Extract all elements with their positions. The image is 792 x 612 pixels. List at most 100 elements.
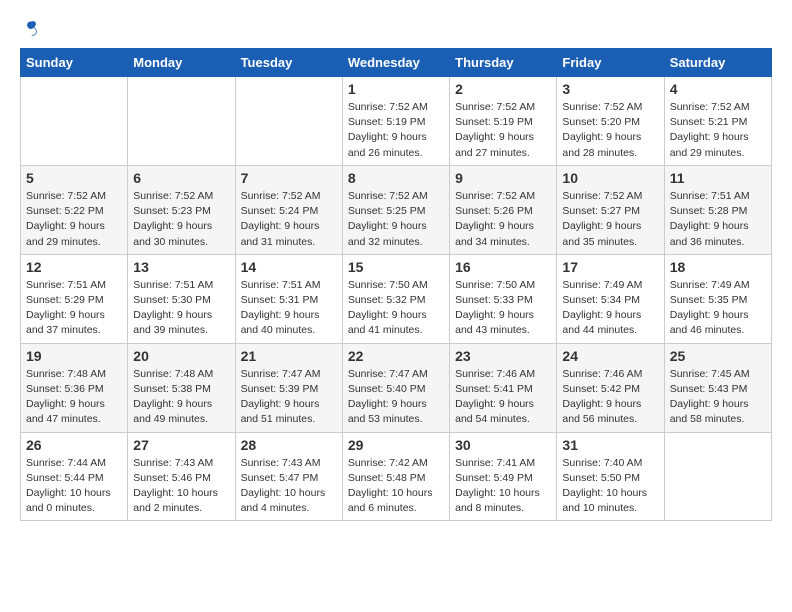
calendar-cell: 3 Sunrise: 7:52 AM Sunset: 5:20 PM Daylig…: [557, 77, 664, 166]
day-info: Sunrise: 7:49 AM Sunset: 5:34 PM Dayligh…: [562, 278, 658, 339]
day-info: Sunrise: 7:52 AM Sunset: 5:27 PM Dayligh…: [562, 189, 658, 250]
day-number: 27: [133, 437, 229, 453]
calendar-cell: 24 Sunrise: 7:46 AM Sunset: 5:42 PM Dayli…: [557, 343, 664, 432]
calendar-week-row: 1Sunrise: 7:52 AM Sunset: 5:19 PM Daylig…: [21, 77, 772, 166]
calendar-cell: 11 Sunrise: 7:51 AM Sunset: 5:28 PM Dayli…: [664, 165, 771, 254]
calendar-header-row: SundayMondayTuesdayWednesdayThursdayFrid…: [21, 49, 772, 77]
day-header-sunday: Sunday: [21, 49, 128, 77]
day-number: 30: [455, 437, 551, 453]
day-info: Sunrise: 7:50 AM Sunset: 5:33 PM Dayligh…: [455, 278, 551, 339]
day-info: Sunrise: 7:51 AM Sunset: 5:31 PM Dayligh…: [241, 278, 337, 339]
calendar-cell: 4 Sunrise: 7:52 AM Sunset: 5:21 PM Daylig…: [664, 77, 771, 166]
day-info: Sunrise: 7:52 AM Sunset: 5:22 PM Dayligh…: [26, 189, 122, 250]
calendar-cell: 27 Sunrise: 7:43 AM Sunset: 5:46 PM Dayli…: [128, 432, 235, 521]
day-info: Sunrise: 7:43 AM Sunset: 5:47 PM Dayligh…: [241, 456, 337, 517]
calendar-cell: [128, 77, 235, 166]
calendar-cell: 28 Sunrise: 7:43 AM Sunset: 5:47 PM Dayli…: [235, 432, 342, 521]
calendar-cell: 6Sunrise: 7:52 AM Sunset: 5:23 PM Daylig…: [128, 165, 235, 254]
day-number: 25: [670, 348, 766, 364]
day-info: Sunrise: 7:52 AM Sunset: 5:24 PM Dayligh…: [241, 189, 337, 250]
day-header-tuesday: Tuesday: [235, 49, 342, 77]
day-number: 19: [26, 348, 122, 364]
day-info: Sunrise: 7:46 AM Sunset: 5:42 PM Dayligh…: [562, 367, 658, 428]
calendar-cell: 7Sunrise: 7:52 AM Sunset: 5:24 PM Daylig…: [235, 165, 342, 254]
day-number: 15: [348, 259, 444, 275]
logo: [20, 20, 40, 38]
day-info: Sunrise: 7:47 AM Sunset: 5:40 PM Dayligh…: [348, 367, 444, 428]
day-number: 21: [241, 348, 337, 364]
day-number: 10: [562, 170, 658, 186]
day-number: 28: [241, 437, 337, 453]
day-number: 5: [26, 170, 122, 186]
header: [20, 20, 772, 38]
day-number: 20: [133, 348, 229, 364]
calendar-cell: 17 Sunrise: 7:49 AM Sunset: 5:34 PM Dayli…: [557, 254, 664, 343]
day-number: 16: [455, 259, 551, 275]
day-info: Sunrise: 7:51 AM Sunset: 5:28 PM Dayligh…: [670, 189, 766, 250]
calendar-week-row: 5 Sunrise: 7:52 AM Sunset: 5:22 PM Daylig…: [21, 165, 772, 254]
day-number: 3: [562, 81, 658, 97]
calendar-table: SundayMondayTuesdayWednesdayThursdayFrid…: [20, 48, 772, 521]
day-info: Sunrise: 7:52 AM Sunset: 5:25 PM Dayligh…: [348, 189, 444, 250]
day-info: Sunrise: 7:52 AM Sunset: 5:19 PM Dayligh…: [348, 100, 444, 161]
day-header-friday: Friday: [557, 49, 664, 77]
calendar-week-row: 12 Sunrise: 7:51 AM Sunset: 5:29 PM Dayli…: [21, 254, 772, 343]
day-number: 14: [241, 259, 337, 275]
calendar-cell: 13 Sunrise: 7:51 AM Sunset: 5:30 PM Dayli…: [128, 254, 235, 343]
day-info: Sunrise: 7:52 AM Sunset: 5:21 PM Dayligh…: [670, 100, 766, 161]
day-number: 24: [562, 348, 658, 364]
day-number: 11: [670, 170, 766, 186]
day-number: 9: [455, 170, 551, 186]
day-header-monday: Monday: [128, 49, 235, 77]
day-number: 13: [133, 259, 229, 275]
day-number: 17: [562, 259, 658, 275]
calendar-cell: [235, 77, 342, 166]
day-info: Sunrise: 7:40 AM Sunset: 5:50 PM Dayligh…: [562, 456, 658, 517]
day-info: Sunrise: 7:47 AM Sunset: 5:39 PM Dayligh…: [241, 367, 337, 428]
calendar-cell: 22Sunrise: 7:47 AM Sunset: 5:40 PM Dayli…: [342, 343, 449, 432]
day-info: Sunrise: 7:41 AM Sunset: 5:49 PM Dayligh…: [455, 456, 551, 517]
calendar-cell: 19 Sunrise: 7:48 AM Sunset: 5:36 PM Dayli…: [21, 343, 128, 432]
day-info: Sunrise: 7:52 AM Sunset: 5:19 PM Dayligh…: [455, 100, 551, 161]
day-info: Sunrise: 7:52 AM Sunset: 5:20 PM Dayligh…: [562, 100, 658, 161]
calendar-cell: 14 Sunrise: 7:51 AM Sunset: 5:31 PM Dayli…: [235, 254, 342, 343]
day-number: 12: [26, 259, 122, 275]
calendar-cell: 10 Sunrise: 7:52 AM Sunset: 5:27 PM Dayli…: [557, 165, 664, 254]
day-number: 29: [348, 437, 444, 453]
day-header-thursday: Thursday: [450, 49, 557, 77]
day-info: Sunrise: 7:49 AM Sunset: 5:35 PM Dayligh…: [670, 278, 766, 339]
day-info: Sunrise: 7:51 AM Sunset: 5:29 PM Dayligh…: [26, 278, 122, 339]
calendar-cell: 16 Sunrise: 7:50 AM Sunset: 5:33 PM Dayli…: [450, 254, 557, 343]
calendar-cell: 2Sunrise: 7:52 AM Sunset: 5:19 PM Daylig…: [450, 77, 557, 166]
day-header-wednesday: Wednesday: [342, 49, 449, 77]
day-info: Sunrise: 7:51 AM Sunset: 5:30 PM Dayligh…: [133, 278, 229, 339]
day-number: 23: [455, 348, 551, 364]
calendar-cell: 30 Sunrise: 7:41 AM Sunset: 5:49 PM Dayli…: [450, 432, 557, 521]
calendar-cell: 9 Sunrise: 7:52 AM Sunset: 5:26 PM Daylig…: [450, 165, 557, 254]
calendar-cell: 29 Sunrise: 7:42 AM Sunset: 5:48 PM Dayli…: [342, 432, 449, 521]
day-info: Sunrise: 7:50 AM Sunset: 5:32 PM Dayligh…: [348, 278, 444, 339]
calendar-cell: 12 Sunrise: 7:51 AM Sunset: 5:29 PM Dayli…: [21, 254, 128, 343]
calendar-week-row: 19 Sunrise: 7:48 AM Sunset: 5:36 PM Dayli…: [21, 343, 772, 432]
calendar-cell: 26Sunrise: 7:44 AM Sunset: 5:44 PM Dayli…: [21, 432, 128, 521]
day-info: Sunrise: 7:48 AM Sunset: 5:36 PM Dayligh…: [26, 367, 122, 428]
day-info: Sunrise: 7:52 AM Sunset: 5:26 PM Dayligh…: [455, 189, 551, 250]
day-info: Sunrise: 7:48 AM Sunset: 5:38 PM Dayligh…: [133, 367, 229, 428]
calendar-cell: 23 Sunrise: 7:46 AM Sunset: 5:41 PM Dayli…: [450, 343, 557, 432]
day-number: 6: [133, 170, 229, 186]
logo-bird-icon: [22, 20, 40, 38]
day-number: 31: [562, 437, 658, 453]
calendar-cell: 5 Sunrise: 7:52 AM Sunset: 5:22 PM Daylig…: [21, 165, 128, 254]
day-info: Sunrise: 7:46 AM Sunset: 5:41 PM Dayligh…: [455, 367, 551, 428]
calendar-cell: 31 Sunrise: 7:40 AM Sunset: 5:50 PM Dayli…: [557, 432, 664, 521]
day-number: 18: [670, 259, 766, 275]
day-number: 4: [670, 81, 766, 97]
day-info: Sunrise: 7:43 AM Sunset: 5:46 PM Dayligh…: [133, 456, 229, 517]
calendar-week-row: 26Sunrise: 7:44 AM Sunset: 5:44 PM Dayli…: [21, 432, 772, 521]
calendar-cell: 18 Sunrise: 7:49 AM Sunset: 5:35 PM Dayli…: [664, 254, 771, 343]
day-info: Sunrise: 7:42 AM Sunset: 5:48 PM Dayligh…: [348, 456, 444, 517]
calendar-cell: 20 Sunrise: 7:48 AM Sunset: 5:38 PM Dayli…: [128, 343, 235, 432]
day-header-saturday: Saturday: [664, 49, 771, 77]
calendar-cell: 8Sunrise: 7:52 AM Sunset: 5:25 PM Daylig…: [342, 165, 449, 254]
calendar-cell: 25Sunrise: 7:45 AM Sunset: 5:43 PM Dayli…: [664, 343, 771, 432]
